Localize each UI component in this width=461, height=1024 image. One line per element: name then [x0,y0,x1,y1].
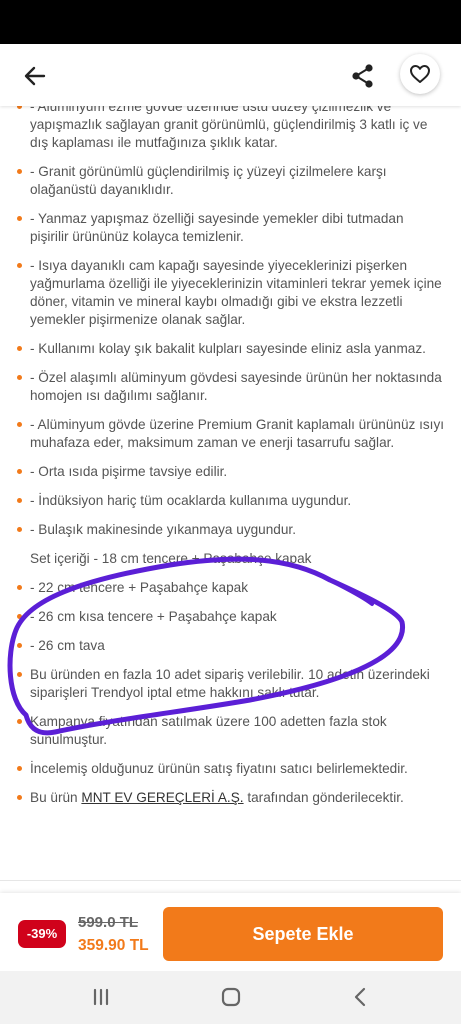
discount-badge: -39% [18,920,66,948]
back-button[interactable] [20,61,50,91]
description-list: - Alüminyum ezme gövde üzerinde üstü düz… [0,98,461,807]
set-contents-item: - 26 cm kısa tencere + Paşabahçe kapak [17,608,445,626]
set-contents-item: - 26 cm tava [17,637,445,655]
seller-prefix: Bu ürün [30,790,82,805]
home-icon [221,987,241,1007]
recents-button[interactable] [86,985,116,1009]
description-item: - Bulaşık makinesinde yıkanmaya uygundur… [17,521,445,539]
price-note: İncelemiş olduğunuz ürünün satış fiyatın… [17,760,445,778]
top-app-bar [0,44,461,106]
stock-note: Kampanya fiyatından satılmak üzere 100 a… [17,713,445,749]
description-item: - Özel alaşımlı alüminyum gövdesi sayesi… [17,369,445,405]
description-item: - Orta ısıda pişirme tavsiye edilir. [17,463,445,481]
home-button[interactable] [216,985,246,1009]
divider [0,880,461,881]
order-limit-note: Bu üründen en fazla 10 adet sipariş veri… [17,666,445,702]
seller-suffix: tarafından gönderilecektir. [243,790,404,805]
description-item: - İndüksiyon hariç tüm ocaklarda kullanı… [17,492,445,510]
description-item: - Alüminyum ezme gövde üzerinde üstü düz… [17,98,445,152]
arrow-left-icon [24,66,46,86]
set-contents-item: - 22 cm tencere + Paşabahçe kapak [17,579,445,597]
back-chevron-icon [354,987,366,1007]
add-to-cart-button[interactable]: Sepete Ekle [163,907,443,961]
description-item: - Alüminyum gövde üzerine Premium Granit… [17,417,445,450]
seller-note: Bu ürün MNT EV GEREÇLERİ A.Ş. tarafından… [17,789,445,807]
system-navigation-bar [0,971,461,1024]
favorite-button[interactable] [400,54,440,94]
recents-icon [93,988,109,1006]
share-button[interactable] [348,61,378,91]
heart-outline-icon [410,65,430,83]
product-description[interactable]: - Alüminyum ezme gövde üzerinde üstü düz… [0,98,461,890]
current-price: 359.90 TL [78,937,149,954]
seller-link[interactable]: MNT EV GEREÇLERİ A.Ş. [81,790,243,805]
purchase-bar: -39% 599.0 TL 359.90 TL Sepete Ekle [0,893,461,971]
description-item: - Kullanımı kolay şık bakalit kulpları s… [17,340,445,358]
system-back-button[interactable] [345,985,375,1009]
description-item: - Granit görünümlü güçlendirilmiş iç yüz… [17,163,445,199]
old-price: 599.0 TL [78,914,139,931]
status-bar [0,0,461,44]
set-contents-item: Set içeriği - 18 cm tencere + Paşabahçe … [30,551,312,566]
share-icon [352,64,373,88]
description-item: - Yanmaz yapışmaz özelliği sayesinde yem… [17,210,445,246]
description-item: - Isıya dayanıklı cam kapağı sayesinde y… [17,257,445,329]
